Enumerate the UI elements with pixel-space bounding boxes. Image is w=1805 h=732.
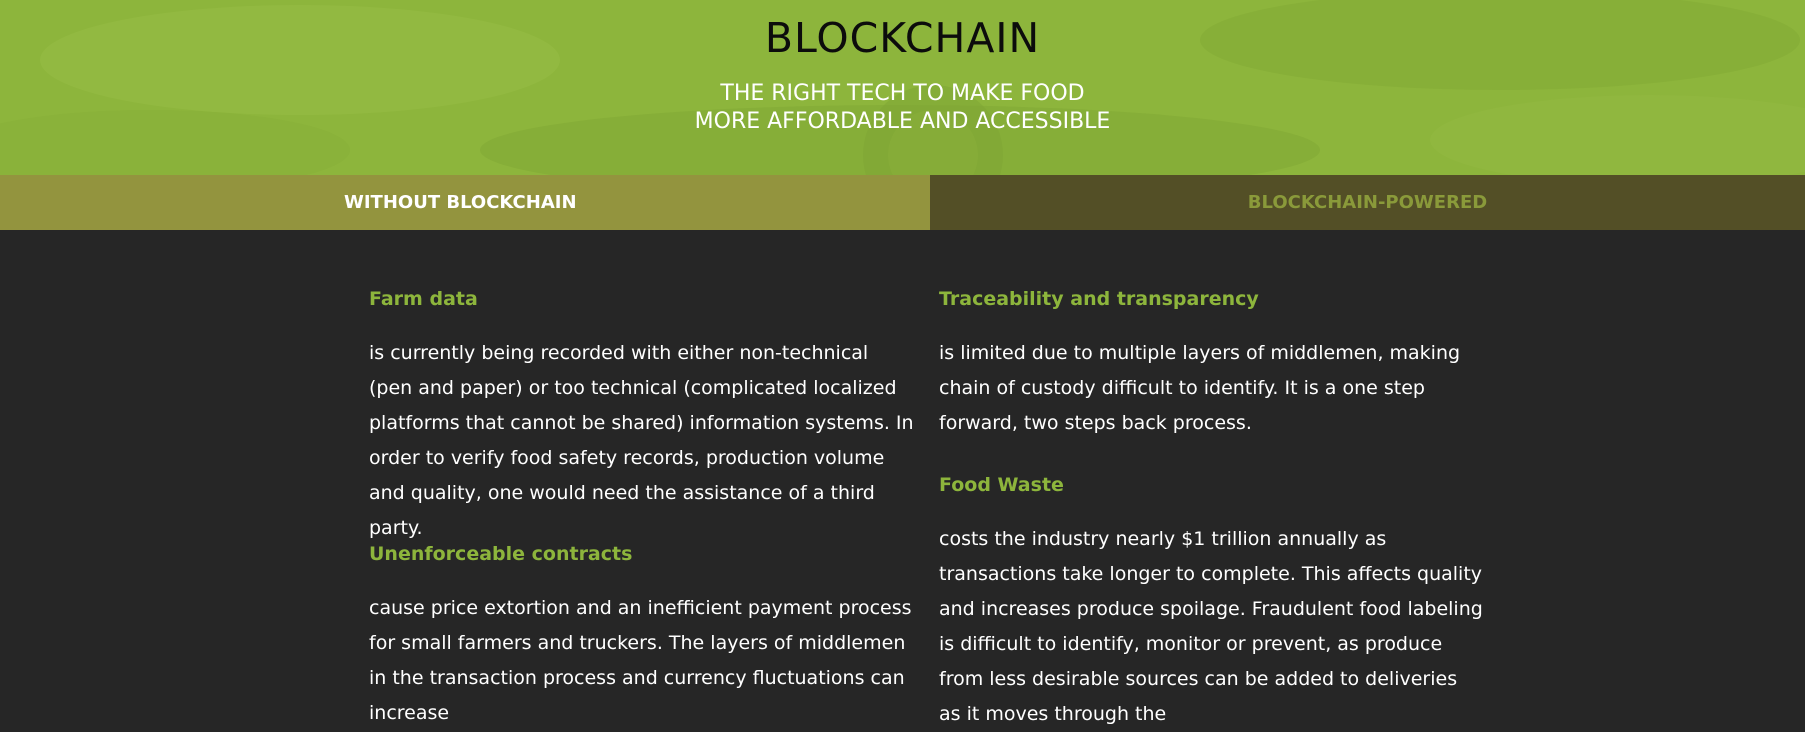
food-waste-text: costs the industry nearly $1 trillion an… — [939, 528, 1483, 725]
page-subtitle: THE RIGHT TECH TO MAKE FOOD MORE AFFORDA… — [0, 80, 1805, 136]
page-title: BLOCKCHAIN — [764, 14, 1041, 62]
unenforceable-contracts-heading: Unenforceable contracts — [369, 543, 633, 565]
hero-banner: BLOCKCHAIN THE RIGHT TECH TO MAKE FOOD M… — [0, 0, 1805, 175]
farm-data-text: is currently being recorded with either … — [369, 342, 914, 539]
unenforceable-contracts-text: cause price extortion and an inefficient… — [369, 597, 912, 724]
tab-blockchain-powered[interactable]: BLOCKCHAIN-POWERED — [930, 175, 1805, 230]
traceability-text: is limited due to multiple layers of mid… — [939, 342, 1461, 434]
comparison-tabs: WITHOUT BLOCKCHAIN BLOCKCHAIN-POWERED — [0, 175, 1805, 230]
traceability-heading: Traceability and transparency — [939, 288, 1259, 310]
food-waste-heading: Food Waste — [939, 474, 1064, 496]
subtitle-line-1: THE RIGHT TECH TO MAKE FOOD — [720, 81, 1085, 106]
tab-content: Farm data is currently being recorded wi… — [0, 230, 1805, 725]
tab-without-blockchain[interactable]: WITHOUT BLOCKCHAIN — [0, 175, 930, 230]
farm-data-heading: Farm data — [369, 288, 478, 310]
subtitle-line-2: MORE AFFORDABLE AND ACCESSIBLE — [694, 109, 1111, 134]
